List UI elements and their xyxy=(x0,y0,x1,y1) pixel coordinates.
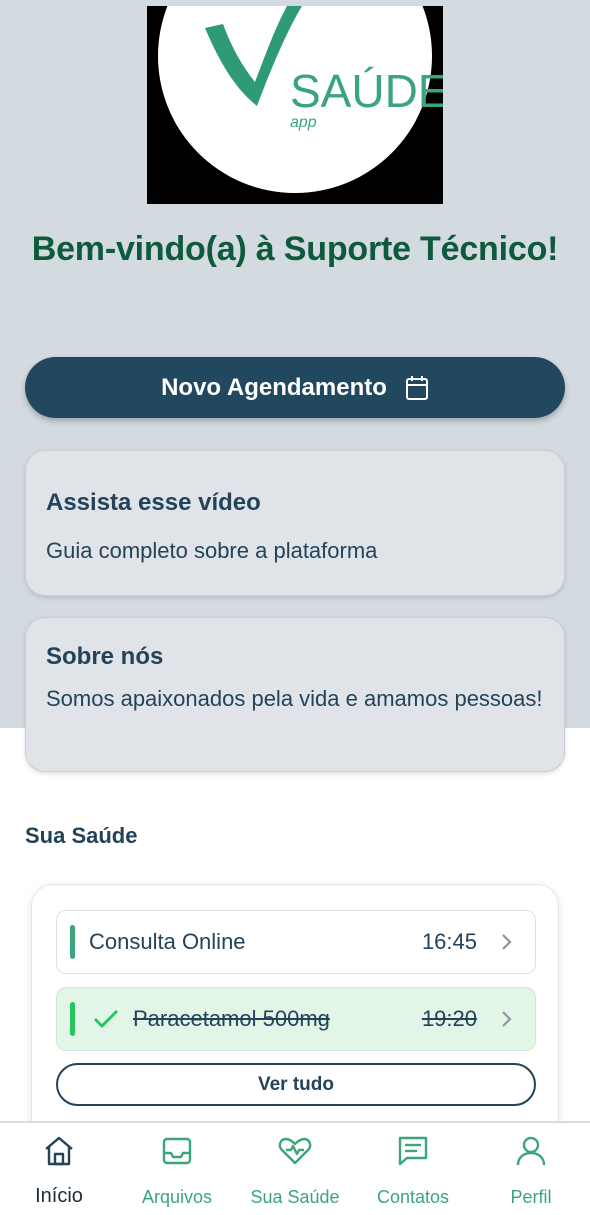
health-item-time: 16:45 xyxy=(421,929,477,954)
nav-item-contatos[interactable]: Contatos xyxy=(354,1133,472,1208)
app-logo: SAÚDE app xyxy=(147,6,443,204)
nav-label: Contatos xyxy=(376,1187,450,1207)
heart-pulse-icon xyxy=(236,1133,354,1169)
nav-item-arquivos[interactable]: Arquivos xyxy=(118,1133,236,1208)
health-item[interactable]: Consulta Online 16:45 xyxy=(56,910,536,974)
logo-brand-text: SAÚDE xyxy=(290,65,443,117)
health-panel: Consulta Online 16:45 Paracetamol 500mg … xyxy=(31,884,559,1144)
nav-label: Arquivos xyxy=(141,1187,213,1207)
nav-item-sua-saude[interactable]: Sua Saúde xyxy=(236,1133,354,1208)
new-appointment-label: Novo Agendamento xyxy=(161,373,387,401)
nav-label: Sua Saúde xyxy=(250,1187,340,1207)
nav-item-perfil[interactable]: Perfil xyxy=(472,1133,590,1208)
health-item-name: Consulta Online xyxy=(89,929,246,954)
status-bar xyxy=(70,925,75,959)
card-title: Assista esse vídeo xyxy=(46,489,261,516)
view-all-button[interactable]: Ver tudo xyxy=(56,1063,536,1106)
message-icon xyxy=(354,1133,472,1169)
chevron-right-icon xyxy=(501,933,513,951)
card-text: Guia completo sobre a plataforma xyxy=(46,538,378,563)
card-title: Sobre nós xyxy=(46,643,164,670)
nav-label: Perfil xyxy=(510,1187,552,1207)
video-card[interactable]: Assista esse vídeo Guia completo sobre a… xyxy=(25,450,565,596)
calendar-icon xyxy=(405,375,429,401)
status-bar xyxy=(70,1002,75,1036)
card-text: Somos apaixonados pela vida e amamos pes… xyxy=(46,686,543,711)
chevron-right-icon xyxy=(501,1010,513,1028)
about-card[interactable]: Sobre nós Somos apaixonados pela vida e … xyxy=(25,617,565,772)
nav-item-inicio[interactable]: Início xyxy=(0,1133,118,1208)
health-item-name: Paracetamol 500mg xyxy=(133,1006,330,1031)
health-item[interactable]: Paracetamol 500mg 19:20 xyxy=(56,987,536,1051)
bottom-navigation: Início Arquivos Sua Saúde Contatos Perfi… xyxy=(0,1121,590,1215)
inbox-icon xyxy=(118,1133,236,1169)
new-appointment-button[interactable]: Novo Agendamento xyxy=(25,357,565,418)
check-icon xyxy=(93,1009,119,1029)
home-icon xyxy=(0,1133,118,1169)
health-item-time: 19:20 xyxy=(421,1006,477,1031)
health-section-title: Sua Saúde xyxy=(25,823,138,848)
welcome-title: Bem-vindo(a) à Suporte Técnico! xyxy=(31,230,559,268)
nav-label: Início xyxy=(35,1185,83,1207)
logo-sub-text: app xyxy=(290,114,317,131)
user-icon xyxy=(472,1133,590,1169)
